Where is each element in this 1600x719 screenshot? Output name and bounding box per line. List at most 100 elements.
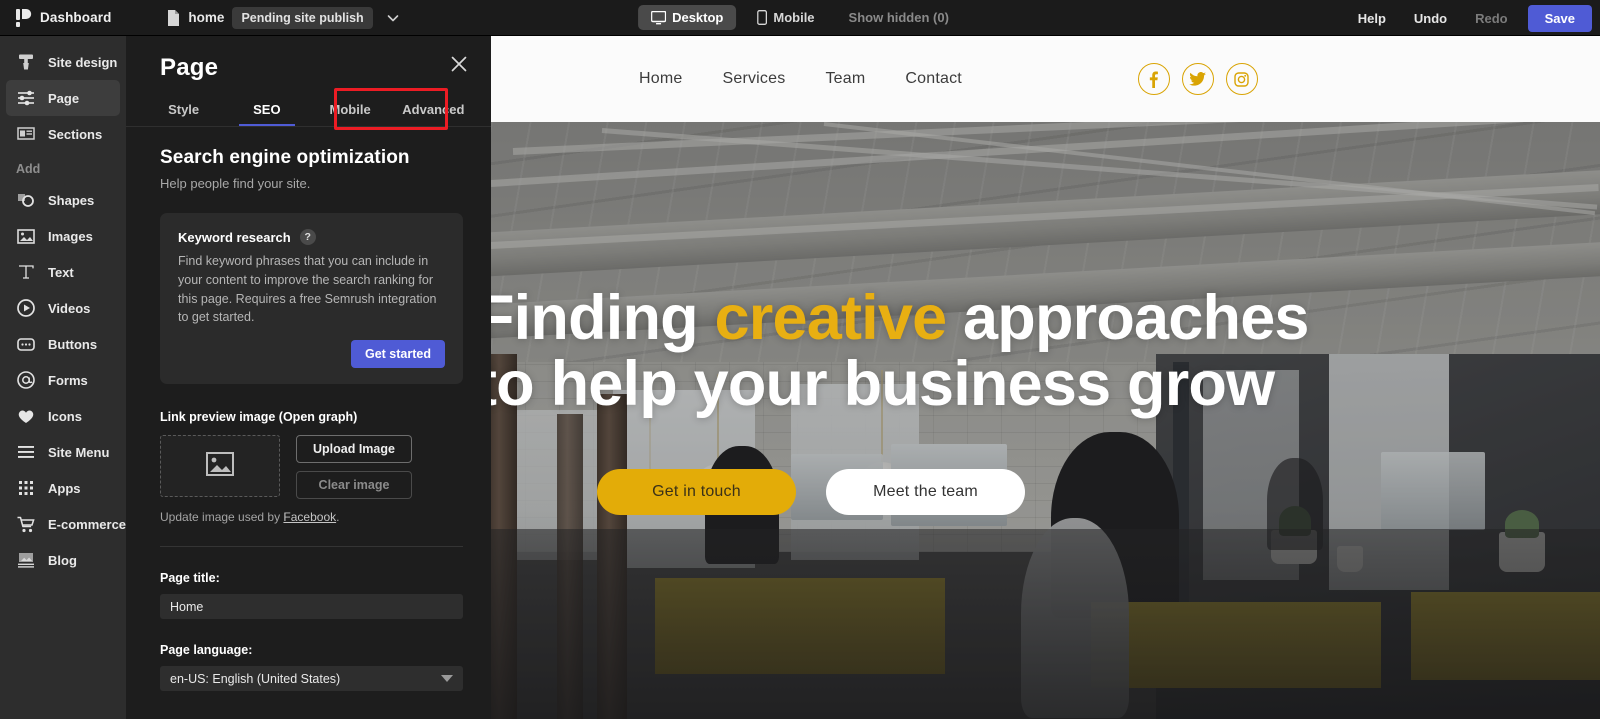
- sidebar-item-buttons[interactable]: Buttons: [6, 326, 120, 362]
- sidebar-item-text[interactable]: Text: [6, 254, 120, 290]
- layout-icon: [16, 124, 36, 144]
- page-language-label: Page language:: [160, 643, 253, 657]
- facebook-icon[interactable]: [1137, 63, 1170, 95]
- image-placeholder-icon: [206, 451, 234, 481]
- sidebar-item-sections[interactable]: Sections: [6, 116, 120, 152]
- hero-section[interactable]: Finding creative approaches to help your…: [491, 122, 1600, 719]
- tab-seo[interactable]: SEO: [225, 96, 308, 126]
- sidebar-item-shapes[interactable]: Shapes: [6, 182, 120, 218]
- keyword-card-header: Keyword research ?: [178, 229, 445, 245]
- breadcrumb-page-name[interactable]: home: [188, 10, 224, 25]
- hero-headline: Finding creative approaches to help your…: [491, 282, 1600, 419]
- sidebar-item-icons[interactable]: Icons: [6, 398, 120, 434]
- viewport-switcher: Desktop Mobile Show hidden (0): [638, 5, 962, 30]
- caret-down-icon: [441, 675, 453, 682]
- keyword-card-actions: Get started: [178, 340, 445, 368]
- open-graph-block: Link preview image (Open graph) Upload I…: [160, 410, 463, 524]
- social-links: [1137, 63, 1258, 95]
- hero-cta-group: Get in touch Meet the team: [597, 469, 1600, 516]
- nav-link-services[interactable]: Services: [722, 70, 785, 88]
- top-toolbar: Dashboard home Pending site publish Desk…: [0, 0, 1600, 36]
- twitter-icon[interactable]: [1181, 63, 1214, 95]
- nav-link-team[interactable]: Team: [825, 70, 865, 88]
- question-mark-icon[interactable]: ?: [299, 229, 316, 245]
- dashboard-button[interactable]: Dashboard: [10, 6, 117, 30]
- status-badge: Pending site publish: [232, 6, 373, 29]
- shapes-icon: [16, 190, 36, 210]
- nav-link-contact[interactable]: Contact: [905, 70, 962, 88]
- site-header: Home Services Team Contact: [491, 36, 1600, 122]
- blog-icon: [16, 550, 36, 570]
- sidebar-label: Videos: [48, 300, 91, 316]
- hero-headline-line2: to help your business grow: [491, 348, 1275, 419]
- show-hidden-button[interactable]: Show hidden (0): [836, 5, 962, 30]
- sidebar-item-forms[interactable]: Forms: [6, 362, 120, 398]
- sidebar-label: Blog: [48, 552, 77, 568]
- undo-button[interactable]: Undo: [1400, 5, 1461, 32]
- open-graph-buttons: Upload Image Clear image: [296, 435, 412, 499]
- page-language-select[interactable]: en-US: English (United States): [160, 666, 463, 691]
- tab-mobile[interactable]: Mobile: [309, 96, 392, 126]
- help-button[interactable]: Help: [1344, 5, 1400, 32]
- page-title-field-group: Page title: Home: [160, 571, 463, 619]
- toolbar-left-group: Dashboard home Pending site publish: [0, 6, 401, 30]
- close-icon[interactable]: [449, 54, 469, 79]
- page-title-heading: Page: [160, 54, 219, 81]
- site-preview-canvas[interactable]: Home Services Team Contact Finding creat…: [491, 36, 1600, 719]
- hero-text-accent: creative: [714, 282, 948, 353]
- toolbar-right-group: Help Undo Redo Save: [1344, 0, 1600, 36]
- get-in-touch-button[interactable]: Get in touch: [597, 469, 796, 516]
- mobile-view-button[interactable]: Mobile: [744, 5, 827, 30]
- sidebar-item-apps[interactable]: Apps: [6, 470, 120, 506]
- dashboard-label: Dashboard: [40, 10, 112, 25]
- sidebar-item-site-design[interactable]: Site design: [6, 44, 120, 80]
- sidebar-item-videos[interactable]: Videos: [6, 290, 120, 326]
- sidebar-label: Images: [48, 228, 93, 244]
- show-hidden-label: Show hidden (0): [848, 10, 949, 25]
- hero-text-b: approaches: [946, 282, 1309, 353]
- text-t-icon: [16, 262, 36, 282]
- sidebar-item-blog[interactable]: Blog: [6, 542, 120, 578]
- get-started-button[interactable]: Get started: [351, 340, 445, 368]
- og-note-suffix: .: [336, 510, 340, 524]
- sidebar-item-e-commerce[interactable]: E-commerce: [6, 506, 126, 542]
- save-button[interactable]: Save: [1527, 4, 1592, 32]
- chevron-down-icon[interactable]: [381, 10, 401, 26]
- play-circle-icon: [16, 298, 36, 318]
- heart-icon: [16, 406, 36, 426]
- open-graph-image-dropzone[interactable]: [160, 435, 280, 497]
- paint-roller-icon: [16, 52, 36, 72]
- hero-content: Finding creative approaches to help your…: [491, 122, 1600, 719]
- panel-content: Search engine optimization Help people f…: [126, 127, 491, 691]
- seo-section-subtitle: Help people find your site.: [160, 176, 311, 191]
- instagram-icon[interactable]: [1225, 63, 1258, 95]
- sidebar-item-images[interactable]: Images: [6, 218, 120, 254]
- redo-button[interactable]: Redo: [1461, 5, 1522, 32]
- panel-tabs: Style SEO Mobile Advanced: [126, 82, 491, 126]
- meet-the-team-button[interactable]: Meet the team: [826, 469, 1025, 516]
- upload-image-button[interactable]: Upload Image: [296, 435, 412, 463]
- open-graph-note: Update image used by Facebook.: [160, 510, 463, 524]
- tab-style[interactable]: Style: [142, 96, 225, 126]
- hero-text-a: Finding: [491, 282, 715, 353]
- sidebar-label: Site Menu: [48, 444, 110, 460]
- tab-advanced[interactable]: Advanced: [392, 96, 475, 126]
- grid-dots-icon: [16, 478, 36, 498]
- page-title-label: Page title:: [160, 571, 220, 585]
- site-builder-app: Dashboard home Pending site publish Desk…: [0, 0, 1600, 719]
- breadcrumb: home Pending site publish: [167, 6, 401, 29]
- desktop-view-button[interactable]: Desktop: [638, 5, 737, 30]
- sidebar-label: Page: [48, 90, 80, 106]
- page-title-input[interactable]: Home: [160, 594, 463, 619]
- rail-section-add-label: Add: [16, 162, 41, 176]
- keyword-card-title: Keyword research: [178, 229, 291, 245]
- at-circle-icon: [16, 370, 36, 390]
- clear-image-button[interactable]: Clear image: [296, 471, 412, 499]
- sidebar-label: Sections: [48, 126, 103, 142]
- open-graph-row: Upload Image Clear image: [160, 435, 463, 499]
- shopping-cart-icon: [16, 514, 36, 534]
- facebook-link[interactable]: Facebook: [283, 510, 336, 524]
- sidebar-item-page[interactable]: Page: [6, 80, 120, 116]
- nav-link-home[interactable]: Home: [639, 70, 682, 88]
- sidebar-item-site-menu[interactable]: Site Menu: [6, 434, 120, 470]
